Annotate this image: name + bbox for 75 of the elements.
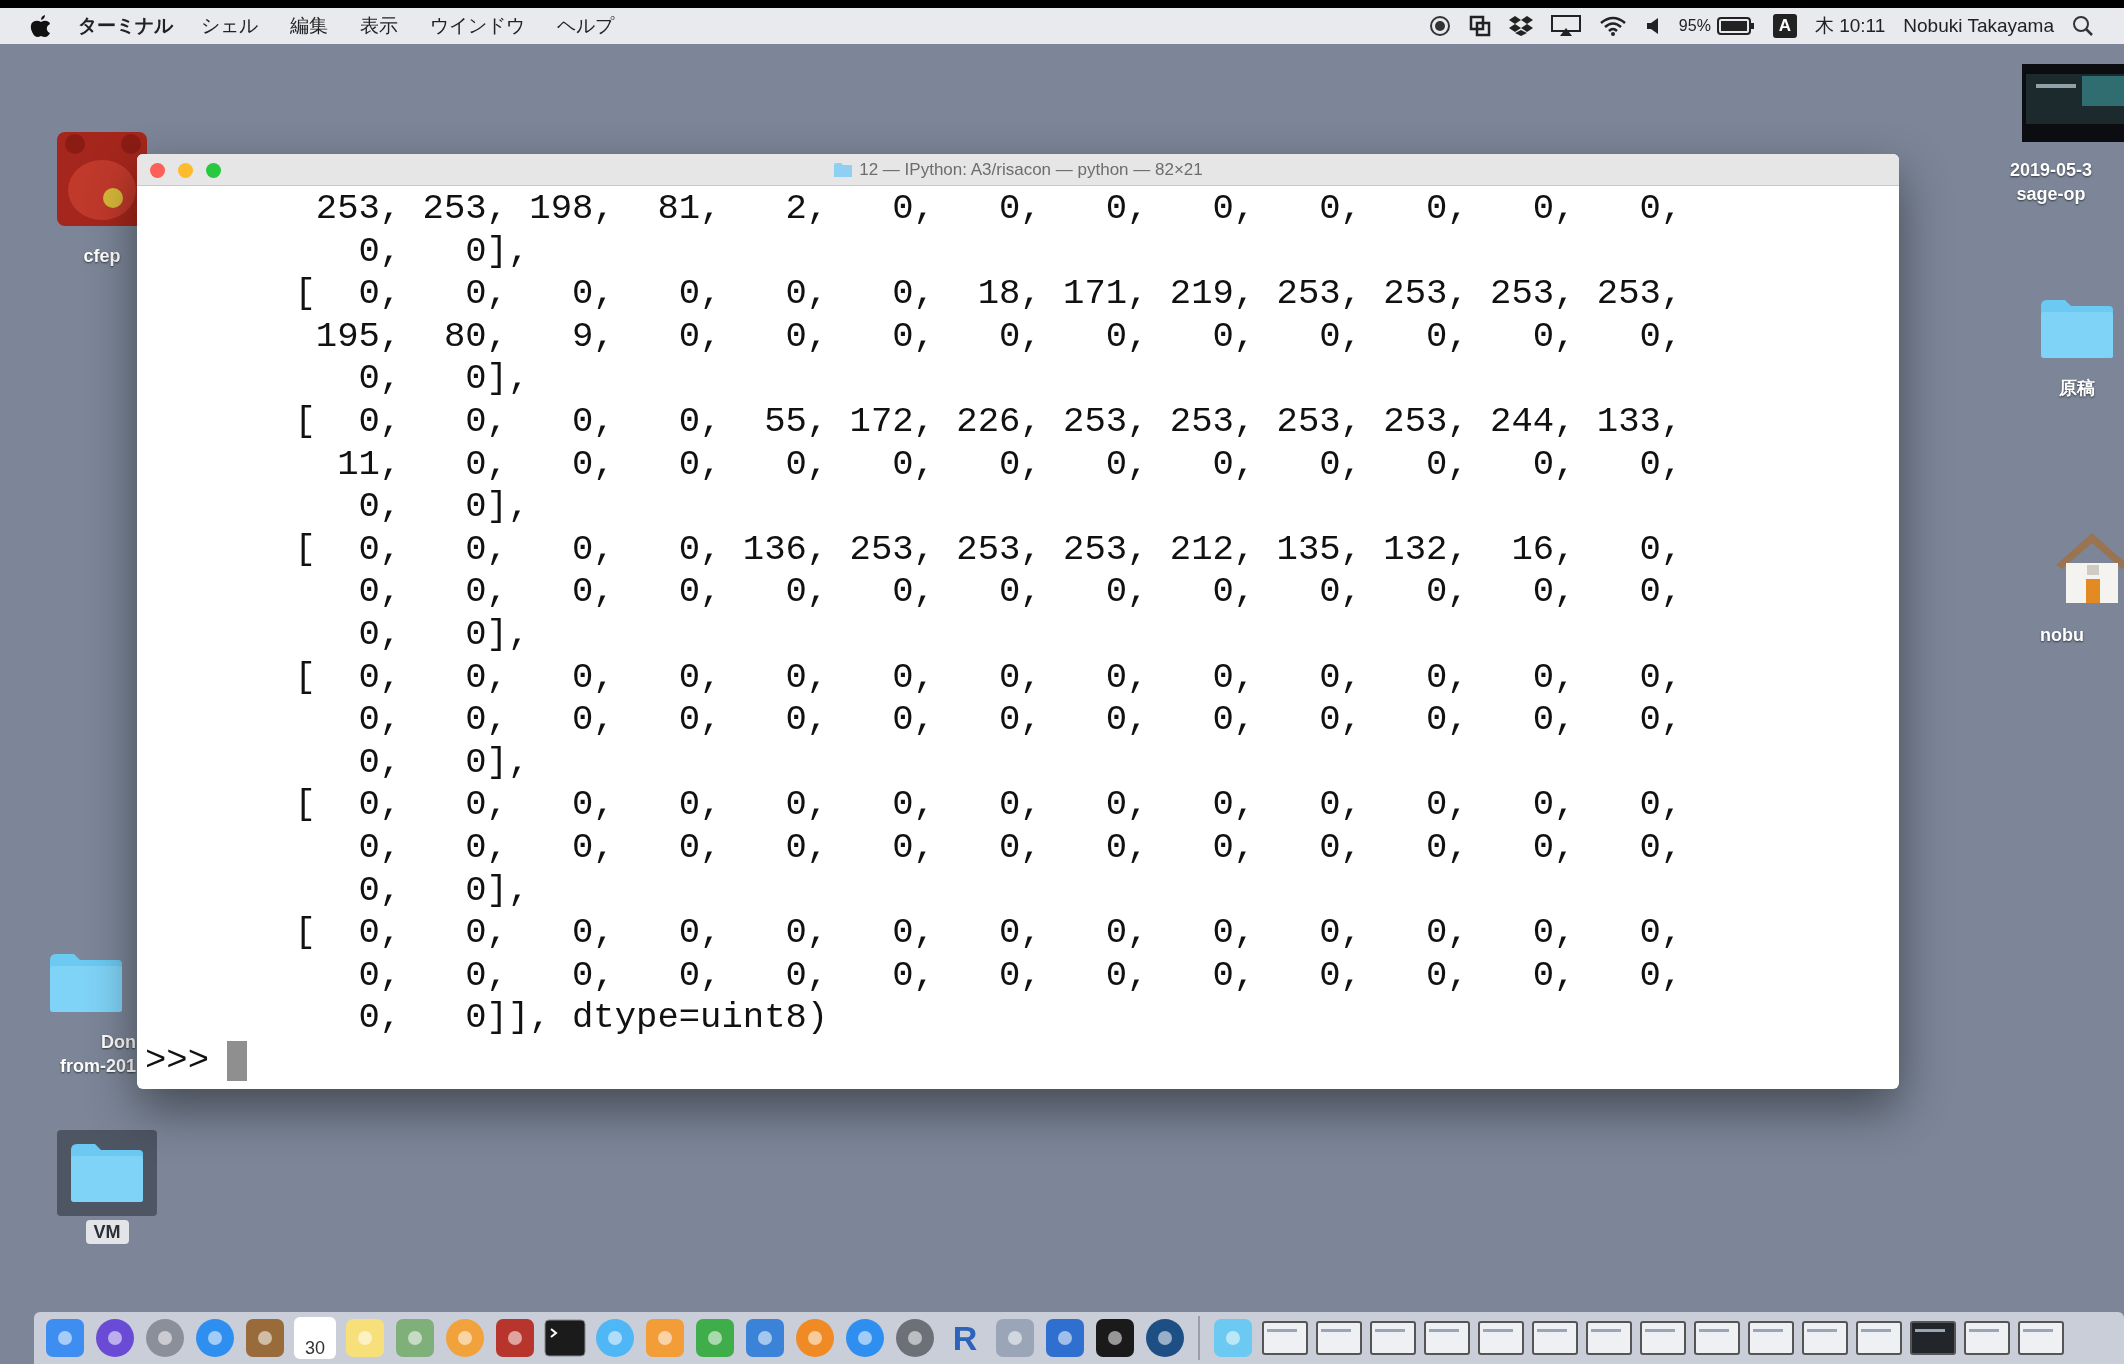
menu-item[interactable]: ウインドウ bbox=[430, 11, 525, 41]
window-thumbnail-icon[interactable] bbox=[1532, 1321, 1578, 1355]
folder-icon bbox=[69, 1142, 145, 1204]
app-icon[interactable] bbox=[1094, 1317, 1136, 1359]
output-line: 0, 0], bbox=[357, 358, 530, 401]
output-line: [ 0, 0, 0, 0, 0, 0, 0, 0, 0, 0, 0, 0, 0, bbox=[293, 656, 1683, 700]
r-app-icon[interactable]: R bbox=[944, 1317, 986, 1359]
folder-icon bbox=[833, 161, 854, 178]
output-line: 195, 80, 9, 0, 0, 0, 0, 0, 0, 0, 0, 0, 0, bbox=[314, 315, 1683, 359]
output-line: [ 0, 0, 0, 0, 0, 0, 18, 171, 219, 253, 253, 253, 253, bbox=[293, 273, 1683, 316]
window-thumbnail-icon[interactable] bbox=[1316, 1321, 1362, 1355]
menu-item[interactable]: ターミナル bbox=[78, 11, 173, 41]
output-line: 0, 0], bbox=[357, 613, 530, 657]
menu-item[interactable]: 編集 bbox=[290, 11, 328, 41]
output-line: 0, 0], bbox=[357, 230, 530, 274]
copy-icon[interactable] bbox=[1468, 15, 1491, 37]
output-line: 0, 0, 0, 0, 0, 0, 0, 0, 0, 0, 0, 0, 0, bbox=[357, 571, 1683, 614]
output-line: 0, 0], bbox=[357, 741, 530, 785]
output-line: [ 0, 0, 0, 0, 0, 0, 0, 0, 0, 0, 0, 0, 0, bbox=[293, 912, 1683, 955]
window-title: 12 — IPython: A3/risacon — python — 82×21 bbox=[859, 158, 1203, 181]
window-thumbnail-icon[interactable] bbox=[1910, 1321, 1956, 1355]
screenshot-icon bbox=[2022, 64, 2124, 142]
window-thumbnail-icon[interactable] bbox=[2018, 1321, 2064, 1355]
window-thumbnail-icon[interactable] bbox=[1586, 1321, 1632, 1355]
record-icon[interactable] bbox=[1428, 15, 1451, 37]
output-line: 0, 0, 0, 0, 0, 0, 0, 0, 0, 0, 0, 0, 0, bbox=[357, 699, 1683, 742]
wifi-icon[interactable] bbox=[1598, 15, 1627, 37]
window-thumbnail-icon[interactable] bbox=[1262, 1321, 1308, 1355]
app-icon bbox=[55, 130, 149, 228]
menu-clock[interactable]: 木 10:11 bbox=[1814, 11, 1886, 41]
text-cursor bbox=[227, 1041, 248, 1082]
window-thumbnail-icon[interactable] bbox=[1748, 1321, 1794, 1355]
input-mode-indicator[interactable]: A bbox=[1772, 14, 1797, 38]
window-thumbnail-icon[interactable] bbox=[1424, 1321, 1470, 1355]
icon-label: sage-op bbox=[2016, 183, 2086, 206]
icon-label: nobu bbox=[2040, 624, 2084, 647]
menu-item[interactable]: シェル bbox=[201, 11, 258, 41]
airplay-icon[interactable] bbox=[1550, 15, 1581, 37]
window-thumbnail-icon[interactable] bbox=[1802, 1321, 1848, 1355]
folder-icon bbox=[48, 952, 124, 1014]
output-line: [ 0, 0, 0, 0, 55, 172, 226, 253, 253, 253, 253, 244, 133, bbox=[293, 400, 1683, 444]
output-line: 11, 0, 0, 0, 0, 0, 0, 0, 0, 0, 0, 0, 0, bbox=[336, 443, 1683, 487]
menu-item[interactable]: ヘルプ bbox=[557, 11, 614, 41]
app-icon[interactable] bbox=[1144, 1317, 1186, 1359]
terminal-icon[interactable] bbox=[544, 1317, 586, 1359]
window-thumbnail-icon[interactable] bbox=[1964, 1321, 2010, 1355]
window-thumbnail-icon[interactable] bbox=[1856, 1321, 1902, 1355]
icon-label: 2019-05-3 bbox=[2010, 159, 2093, 182]
window-thumbnail-icon[interactable] bbox=[1694, 1321, 1740, 1355]
output-line: 0, 0], bbox=[357, 869, 530, 913]
window-thumbnail-icon[interactable] bbox=[1478, 1321, 1524, 1355]
output-line: 0, 0, 0, 0, 0, 0, 0, 0, 0, 0, 0, 0, 0, bbox=[357, 826, 1683, 870]
output-line: 0, 0, 0, 0, 0, 0, 0, 0, 0, 0, 0, 0, 0, bbox=[357, 954, 1683, 998]
folder-icon bbox=[2039, 298, 2115, 360]
output-line: [ 0, 0, 0, 0, 136, 253, 253, 253, 212, 135, 132, 16, 0, bbox=[293, 528, 1683, 572]
window-thumbnail-icon[interactable] bbox=[1370, 1321, 1416, 1355]
calendar-icon[interactable]: 30 bbox=[294, 1317, 336, 1359]
python-prompt: >>> bbox=[145, 1039, 210, 1083]
battery-icon[interactable] bbox=[1716, 17, 1755, 35]
window-thumbnail-icon[interactable] bbox=[1640, 1321, 1686, 1355]
icon-label: 原稿 bbox=[2059, 377, 2095, 400]
icon-label: cfep bbox=[83, 245, 121, 268]
output-line: 253, 253, 198, 81, 2, 0, 0, 0, 0, 0, 0, 0, 0, bbox=[314, 188, 1683, 231]
icon-label: Don bbox=[101, 1031, 136, 1054]
battery-percent: 95% bbox=[1678, 16, 1711, 36]
search-icon[interactable] bbox=[2072, 15, 2094, 37]
output-line: 0, 0]], dtype=uint8) bbox=[357, 997, 829, 1040]
output-line: 0, 0], bbox=[357, 486, 530, 529]
icon-label: from-201 bbox=[59, 1055, 136, 1078]
icon-label: VM bbox=[85, 1220, 129, 1244]
output-line: [ 0, 0, 0, 0, 0, 0, 0, 0, 0, 0, 0, 0, 0, bbox=[293, 784, 1683, 827]
apple-icon[interactable] bbox=[30, 14, 52, 38]
menu-item[interactable]: 表示 bbox=[360, 11, 398, 41]
user-name[interactable]: Nobuki Takayama bbox=[1903, 11, 2054, 41]
speaker-icon[interactable] bbox=[1644, 16, 1661, 36]
